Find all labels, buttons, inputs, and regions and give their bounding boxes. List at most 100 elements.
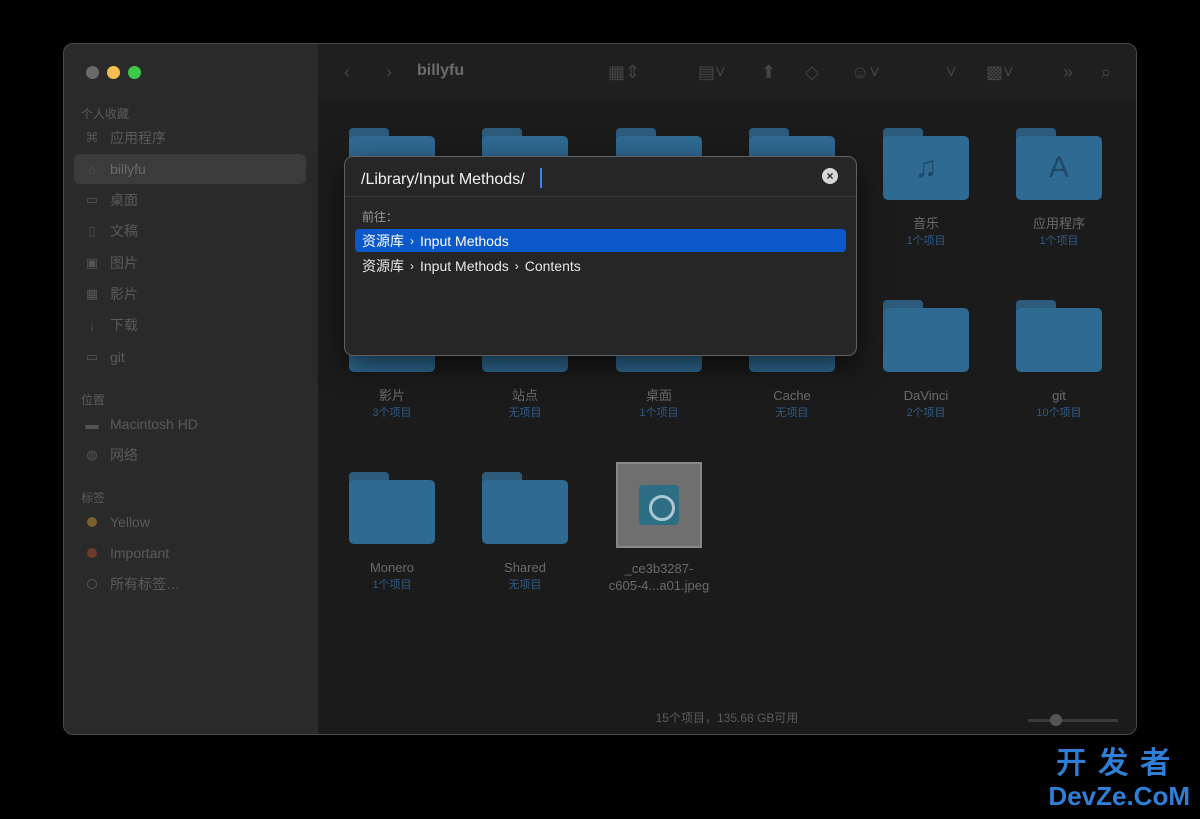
action-icon[interactable]: ☺˅ <box>851 62 880 83</box>
sidebar-item-documents[interactable]: ▯ 文稿 <box>74 216 306 246</box>
chevron-down-icon[interactable]: ˅ <box>946 62 957 83</box>
watermark-en: DevZe.CoM <box>1048 781 1190 811</box>
sidebar-item-label: git <box>110 349 125 365</box>
suggestion-item[interactable]: 资源库 › Input Methods <box>355 229 846 252</box>
item-count: 10个项目 <box>1036 407 1082 419</box>
movie-icon: ▦ <box>85 286 99 301</box>
close-button[interactable] <box>86 66 99 79</box>
locations-section-label: 位置 <box>81 393 106 407</box>
maximize-button[interactable] <box>128 66 141 79</box>
suggestion-item[interactable]: 资源库 › Input Methods › Contents <box>355 254 846 277</box>
chevron-right-icon: › <box>410 233 414 248</box>
sidebar-item-network[interactable]: ◍ 网络 <box>74 440 306 470</box>
item-name: git <box>1052 388 1066 403</box>
item-count: 无项目 <box>775 407 809 419</box>
item-count: 1个项目 <box>906 235 946 247</box>
path-input[interactable] <box>361 168 801 192</box>
item-name: 音乐 <box>912 216 939 231</box>
search-icon[interactable]: ⌕ <box>1101 62 1111 83</box>
item-count: 无项目 <box>508 579 542 591</box>
grid-item-applications[interactable]: A 应用程序 1个项目 <box>994 128 1124 248</box>
item-count: 无项目 <box>508 407 542 419</box>
item-count: 1个项目 <box>1039 235 1079 247</box>
item-name: DaVinci <box>903 388 949 403</box>
sidebar-item-label: Important <box>110 545 170 561</box>
applications-folder-icon: A <box>1016 128 1102 200</box>
sidebar-item-all-tags[interactable]: 所有标签… <box>74 569 306 599</box>
sidebar-item-label: 下载 <box>110 317 138 333</box>
item-name: Shared <box>504 560 546 575</box>
sidebar-item-pictures[interactable]: ▣ 图片 <box>74 248 306 278</box>
sidebar-item-tag-important[interactable]: Important <box>74 538 306 568</box>
item-name: 影片 <box>378 388 405 403</box>
grid-item-git[interactable]: git 10个项目 <box>994 300 1124 420</box>
sidebar-item-label: 应用程序 <box>110 130 166 146</box>
item-name-line1: _ce3b3287- <box>624 561 694 576</box>
disk-icon: ▬ <box>85 416 99 432</box>
goto-label: 前往： <box>362 210 399 224</box>
item-name: 应用程序 <box>1032 216 1085 231</box>
folder-icon <box>883 300 969 372</box>
grid-item-music[interactable]: ♫ 音乐 1个项目 <box>861 128 991 248</box>
chevron-right-icon[interactable]: › <box>386 62 392 83</box>
folder-icon <box>1016 300 1102 372</box>
sidebar-item-applications[interactable]: ⌘ 应用程序 <box>74 123 306 153</box>
document-icon: ▯ <box>88 223 96 238</box>
sidebar-item-label: Macintosh HD <box>110 416 198 432</box>
slider-knob[interactable] <box>1050 714 1062 726</box>
view-icons-icon[interactable]: ▦⇕ <box>608 62 640 83</box>
sidebar-item-label: Yellow <box>110 514 150 530</box>
toolbar: ‹ › billyfu ▦⇕ ▤˅ ⬆ ◇ ☺˅ ˅ ▩˅ » ⌕ <box>318 44 1136 100</box>
chevron-right-icon: › <box>514 258 519 273</box>
download-icon: ↓ <box>88 317 96 333</box>
tag-icon[interactable]: ◇ <box>805 62 819 83</box>
more-icon[interactable]: » <box>1063 62 1073 83</box>
window-title: billyfu <box>417 62 465 79</box>
sidebar: 个人收藏 ⌘ 应用程序 ⌂ billyfu ▭ 桌面 ▯ 文稿 ▣ 图片 ▦ 影… <box>64 44 318 734</box>
clear-icon[interactable]: × <box>822 168 838 184</box>
icon-size-slider[interactable] <box>1028 714 1118 726</box>
watermark-cn: 开发者 <box>1056 747 1183 780</box>
sidebar-item-movies[interactable]: ▦ 影片 <box>74 279 306 309</box>
traffic-lights <box>86 66 141 79</box>
item-count: 2个项目 <box>906 407 946 419</box>
item-name: _ce3b3287- c605-4...a01.jpeg <box>594 560 724 594</box>
sidebar-item-label: 文稿 <box>110 223 138 239</box>
chevron-left-icon[interactable]: ‹ <box>344 62 350 83</box>
group-icon[interactable]: ▤˅ <box>698 62 726 83</box>
go-to-folder-dialog: × 前往： 资源库 › Input Methods 资源库 › Input Me… <box>344 156 857 356</box>
sidebar-item-macintosh-hd[interactable]: ▬ Macintosh HD <box>74 409 306 439</box>
divider <box>345 196 856 197</box>
sidebar-item-git[interactable]: ▭ git <box>74 342 306 372</box>
sidebar-item-desktop[interactable]: ▭ 桌面 <box>74 185 306 215</box>
tag-dot-icon <box>87 579 97 589</box>
folder-icon <box>349 472 435 544</box>
grid-item-monero[interactable]: Monero 1个项目 <box>327 472 457 592</box>
apps-icon: ⌘ <box>85 130 99 145</box>
sidebar-item-label: 图片 <box>110 255 138 271</box>
color-icon[interactable]: ▩˅ <box>986 62 1014 83</box>
share-icon[interactable]: ⬆ <box>761 62 776 83</box>
tag-dot-icon <box>87 548 97 558</box>
suggestion-part: Input Methods <box>420 257 509 274</box>
favorites-section-label: 个人收藏 <box>81 107 130 121</box>
minimize-button[interactable] <box>107 66 120 79</box>
sidebar-item-label: 网络 <box>110 447 138 463</box>
item-name: 站点 <box>511 388 538 403</box>
chevron-right-icon: › <box>410 258 414 273</box>
sidebar-item-label: billyfu <box>110 161 146 177</box>
grid-item-jpeg[interactable]: _ce3b3287- c605-4...a01.jpeg <box>594 462 724 594</box>
sidebar-item-label: 桌面 <box>110 192 138 208</box>
photo-icon: ▣ <box>85 255 99 270</box>
watermark: 开发者 DevZe.CoM <box>1048 747 1190 811</box>
item-name: 桌面 <box>645 388 672 403</box>
sidebar-item-tag-yellow[interactable]: Yellow <box>74 507 306 537</box>
sidebar-item-label: 影片 <box>110 286 138 302</box>
item-name: Monero <box>369 560 415 575</box>
grid-item-shared[interactable]: Shared 无项目 <box>460 472 590 592</box>
suggestion-part: 资源库 <box>362 232 404 249</box>
grid-item-davinci[interactable]: DaVinci 2个项目 <box>861 300 991 420</box>
suggestion-part: Input Methods <box>420 232 509 249</box>
sidebar-item-downloads[interactable]: ↓ 下载 <box>74 310 306 340</box>
sidebar-item-home[interactable]: ⌂ billyfu <box>74 154 306 184</box>
